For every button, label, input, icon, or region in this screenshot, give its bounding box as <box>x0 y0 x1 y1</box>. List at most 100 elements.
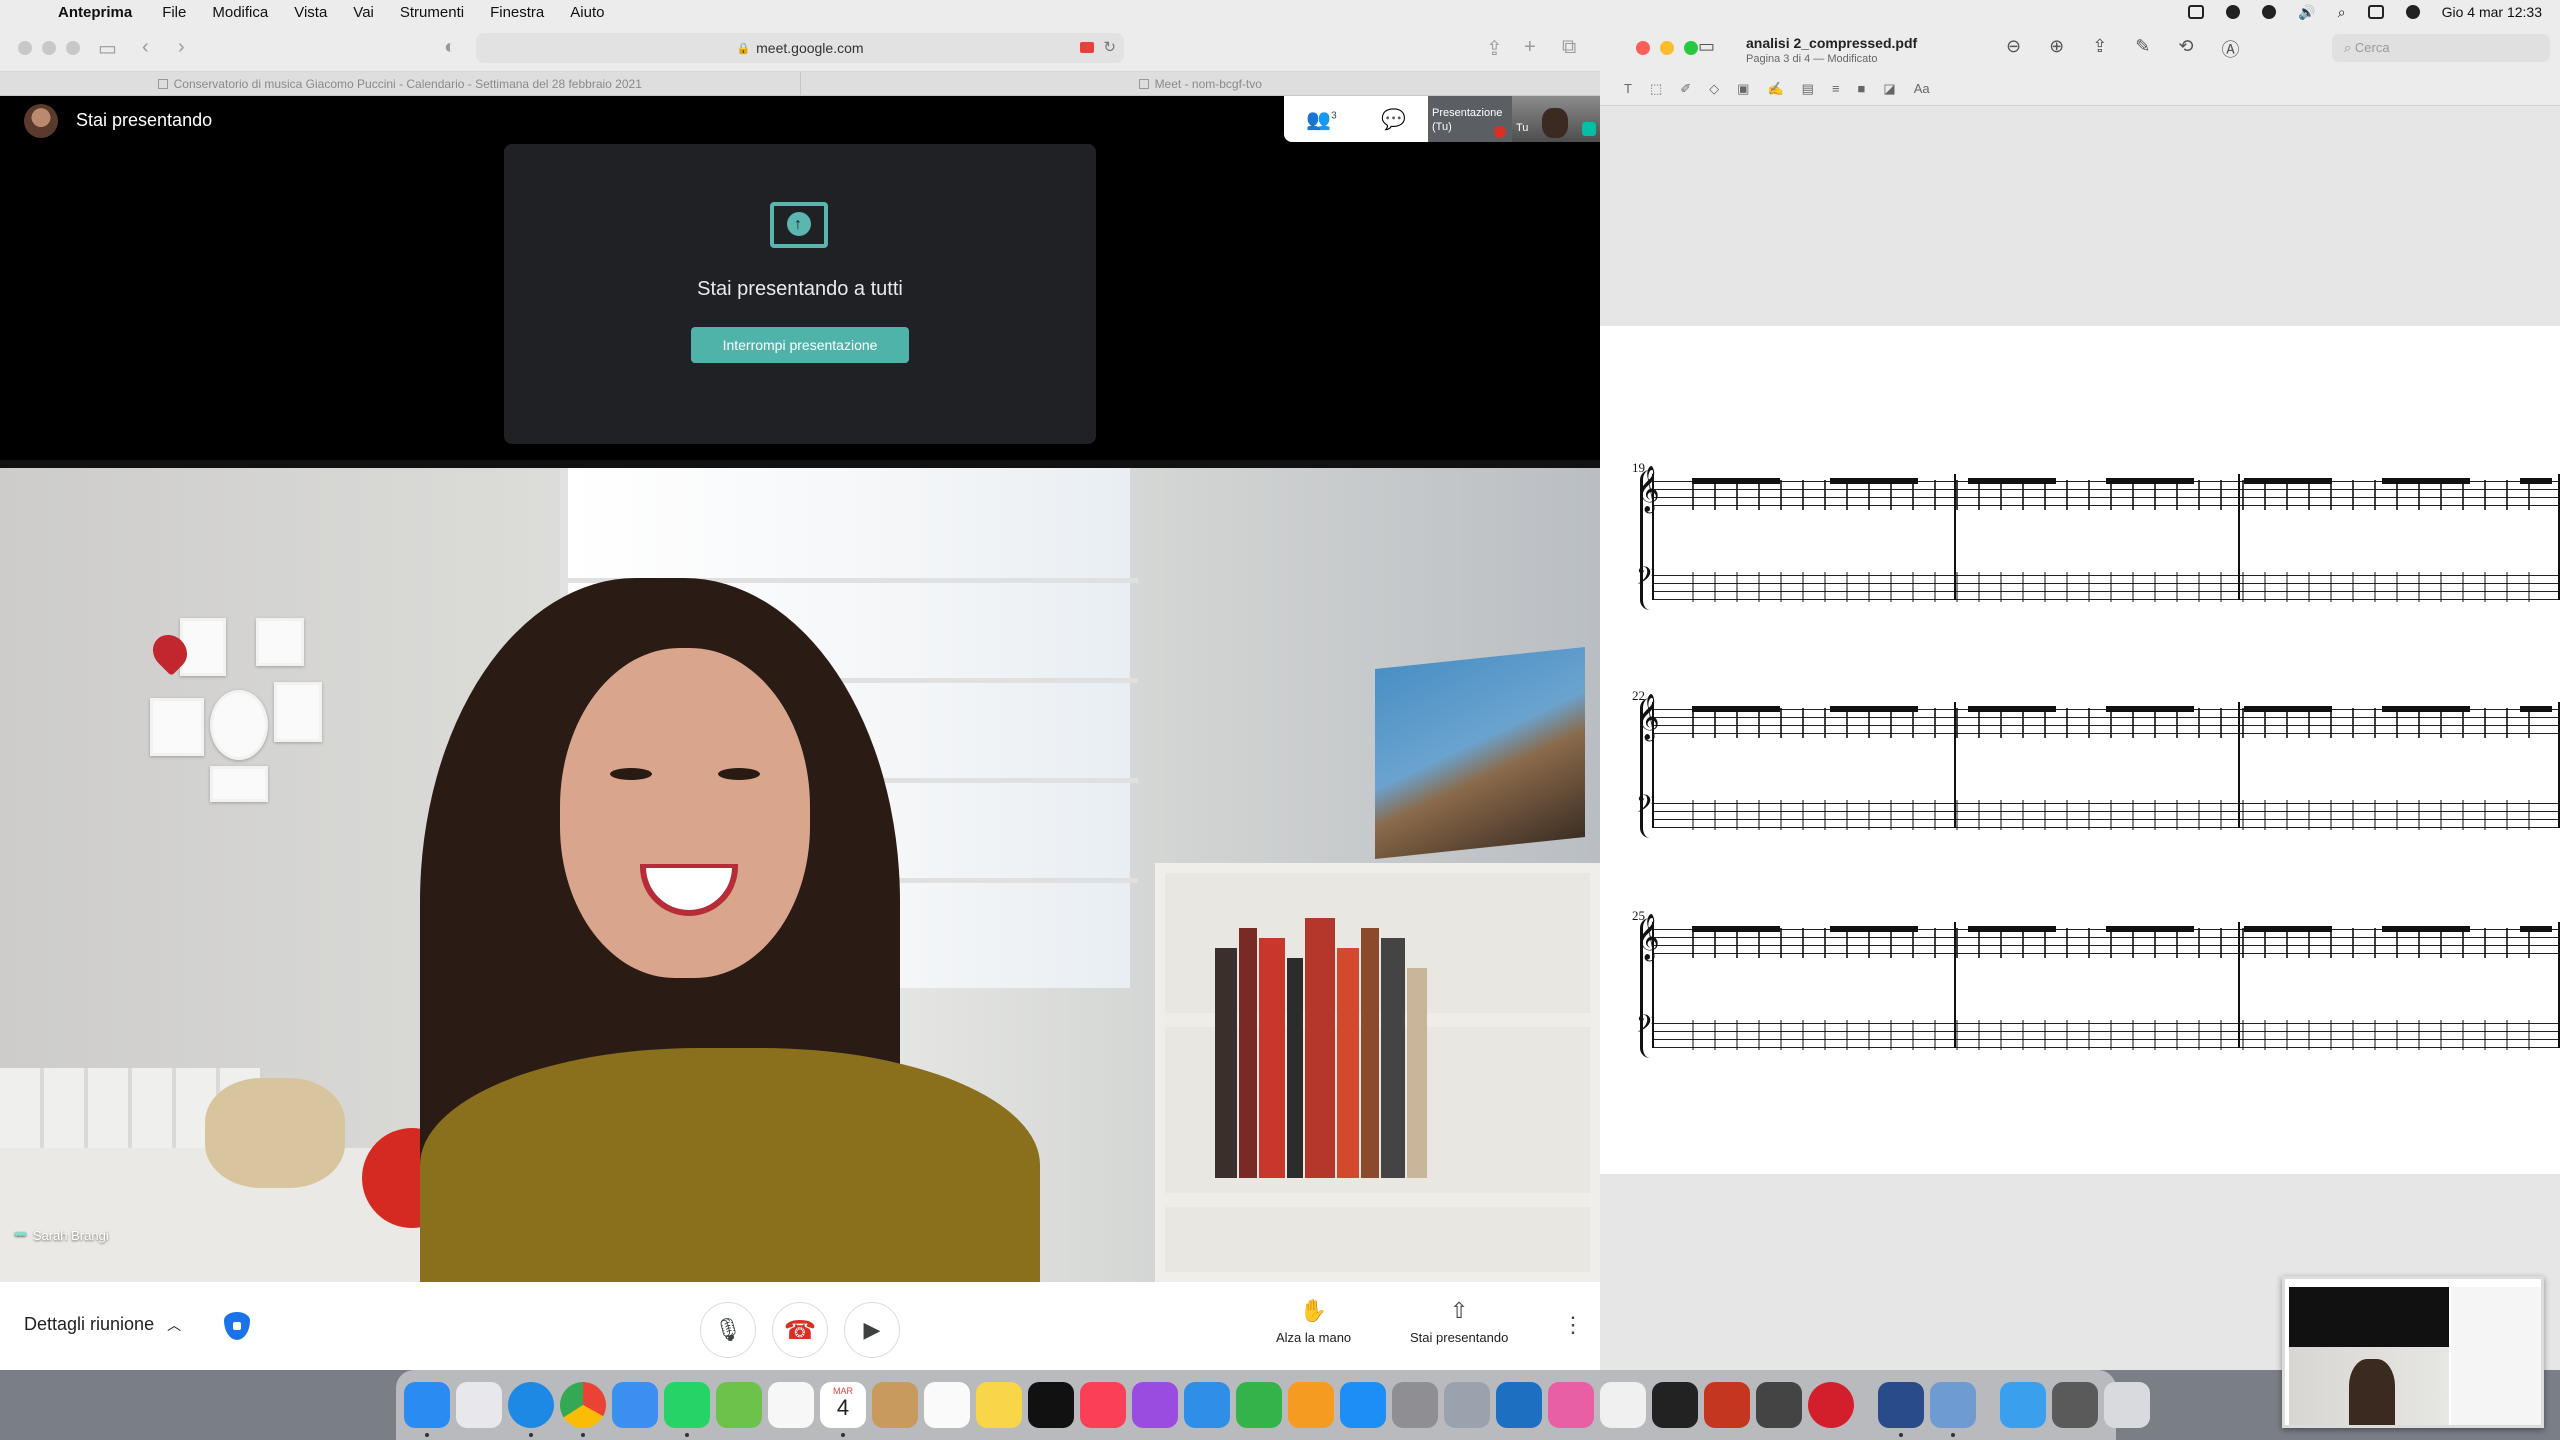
dock-stack-icon[interactable] <box>2052 1382 2098 1428</box>
dock-record-icon[interactable] <box>1808 1382 1854 1428</box>
dock-chrome-icon[interactable] <box>560 1382 606 1437</box>
menu-vai[interactable]: Vai <box>353 4 374 21</box>
dock-pages-icon[interactable] <box>1288 1382 1334 1428</box>
clock[interactable]: Gio 4 mar 12:33 <box>2442 4 2542 20</box>
dock-finder-icon[interactable] <box>404 1382 450 1437</box>
close-button[interactable] <box>18 40 32 55</box>
dock-whatsapp-icon[interactable] <box>664 1382 710 1437</box>
dock-numbers-icon[interactable] <box>1236 1382 1282 1428</box>
dock-music-icon[interactable] <box>1080 1382 1126 1428</box>
note-icon[interactable]: ▤ <box>1802 81 1814 97</box>
dock-textedit-icon[interactable] <box>1600 1382 1646 1428</box>
tab-meet[interactable]: Meet - nom-bcgf-tvo <box>799 72 1601 95</box>
self-tile[interactable]: Tu <box>1512 96 1600 142</box>
menu-modifica[interactable]: Modifica <box>212 4 268 21</box>
text-box-icon[interactable]: ▣ <box>1737 81 1749 97</box>
zoom-out-icon[interactable]: ⊖ <box>2006 36 2021 62</box>
record-status-icon[interactable] <box>2262 5 2277 19</box>
search-icon[interactable]: ⌕ <box>2338 4 2346 21</box>
control-center-icon[interactable] <box>2367 5 2384 19</box>
user-icon[interactable] <box>2226 5 2241 19</box>
reload-icon[interactable]: ↻ <box>1103 38 1116 56</box>
privacy-shield-icon[interactable]: ◐ <box>444 36 456 59</box>
rotate-icon[interactable]: ⟲ <box>2178 36 2193 62</box>
dock-maps-icon[interactable] <box>716 1382 762 1428</box>
document-title[interactable]: analisi 2_compressed.pdf <box>1746 35 1917 51</box>
microphone-button[interactable]: 🎙 <box>700 1302 756 1358</box>
minimize-button[interactable] <box>1660 41 1674 55</box>
dock-preview-icon[interactable] <box>1930 1382 1976 1437</box>
host-controls-icon[interactable] <box>224 1312 250 1340</box>
dock-system-preferences-icon[interactable] <box>1392 1382 1438 1428</box>
volume-icon[interactable]: 🔊 <box>2298 4 2315 21</box>
dock-musescore-icon[interactable] <box>1496 1382 1542 1428</box>
camera-button[interactable]: ▶ <box>844 1302 900 1358</box>
minimize-button[interactable] <box>42 40 56 55</box>
menu-file[interactable]: File <box>162 4 186 21</box>
zoom-in-icon[interactable]: ⊕ <box>2049 36 2064 62</box>
menu-vista[interactable]: Vista <box>294 4 327 21</box>
sidebar-icon[interactable]: ▭ <box>1698 36 1715 57</box>
menu-app-name[interactable]: Anteprima <box>58 4 132 21</box>
sign-icon[interactable]: ✍ <box>1767 81 1783 97</box>
rect-select-icon[interactable]: ⬚ <box>1650 81 1662 97</box>
dock-calendar-icon[interactable]: MAR 4 <box>820 1382 866 1437</box>
dock-app-store-icon[interactable] <box>1340 1382 1386 1428</box>
text-selection-icon[interactable]: T <box>1624 81 1632 96</box>
fill-color-icon[interactable]: ◪ <box>1883 81 1895 97</box>
dock-disk-utility-icon[interactable] <box>1444 1382 1490 1428</box>
menu-finestra[interactable]: Finestra <box>490 4 544 21</box>
zoom-button[interactable] <box>1684 41 1698 55</box>
dock-podcasts-icon[interactable] <box>1132 1382 1178 1428</box>
stop-presenting-button[interactable]: Interrompi presentazione <box>691 327 909 363</box>
dock-trash-icon[interactable] <box>2104 1382 2150 1428</box>
tab-calendario[interactable]: Conservatorio di musica Giacomo Puccini … <box>0 72 800 95</box>
chat-icon[interactable]: 💬 <box>1381 107 1406 132</box>
people-icon[interactable]: 👥3 <box>1306 107 1336 132</box>
markup-pen-icon[interactable]: ✎ <box>2135 36 2150 62</box>
leave-call-button[interactable]: ☎ <box>772 1302 828 1358</box>
menu-aiuto[interactable]: Aiuto <box>570 4 604 21</box>
sidebar-icon[interactable]: ▭ <box>98 36 117 61</box>
screenshot-thumbnail[interactable] <box>2282 1276 2544 1428</box>
dock-mail-icon[interactable] <box>612 1382 658 1428</box>
dock-audio-mixer-icon[interactable] <box>1878 1382 1924 1437</box>
tab-overview-icon[interactable]: ⧉ <box>1562 36 1576 59</box>
dock-tv-icon[interactable] <box>1028 1382 1074 1428</box>
border-color-icon[interactable]: ■ <box>1858 81 1866 96</box>
dock-contacts-icon[interactable] <box>872 1382 918 1428</box>
more-options-icon[interactable]: ⋮ <box>1562 1312 1584 1338</box>
dock-activity-icon[interactable] <box>1756 1382 1802 1428</box>
dock-lotus-icon[interactable] <box>1548 1382 1594 1428</box>
meeting-details-button[interactable]: Dettagli riunione ︿ <box>24 1314 181 1335</box>
screen-mirror-icon[interactable] <box>2188 5 2205 19</box>
address-bar[interactable]: 🔒 meet.google.com ↻ <box>476 33 1124 63</box>
zoom-button[interactable] <box>66 40 80 55</box>
presentation-tile[interactable]: Presentazione (Tu) <box>1428 96 1512 142</box>
presenting-button[interactable]: ⇧ Stai presentando <box>1410 1298 1508 1345</box>
search-field[interactable]: ⌕ Cerca <box>2332 34 2550 62</box>
menu-strumenti[interactable]: Strumenti <box>400 4 464 21</box>
dock-photos-icon[interactable] <box>768 1382 814 1428</box>
raise-hand-button[interactable]: ✋ Alza la mano <box>1276 1298 1351 1345</box>
dock-safari-icon[interactable] <box>508 1382 554 1437</box>
siri-icon[interactable] <box>2405 5 2420 19</box>
dock-reminders-icon[interactable] <box>924 1382 970 1428</box>
dock-launchpad-icon[interactable] <box>456 1382 502 1428</box>
shapes-icon[interactable]: ◇ <box>1709 81 1719 97</box>
markup-toolbar-icon[interactable]: Ⓐ <box>2221 36 2239 62</box>
share-icon[interactable]: ⇪ <box>1486 36 1503 61</box>
forward-icon[interactable]: › <box>178 36 185 59</box>
dock-notes-icon[interactable] <box>976 1382 1022 1428</box>
close-button[interactable] <box>1636 41 1650 55</box>
line-style-icon[interactable]: ≡ <box>1832 81 1840 96</box>
dock-piano-icon[interactable] <box>1652 1382 1698 1428</box>
dock-downloads-icon[interactable] <box>2000 1382 2046 1428</box>
font-style-icon[interactable]: Aa <box>1914 81 1930 96</box>
dock-photo-booth-icon[interactable] <box>1704 1382 1750 1428</box>
share-icon[interactable]: ⇪ <box>2092 36 2107 62</box>
participant-video[interactable]: ••• Sarah Brangi <box>0 468 1600 1282</box>
pdf-page[interactable]: 19 𝄞 𝄢 22 𝄞 𝄢 25 𝄞 𝄢 <box>1600 326 2560 1174</box>
dock-keynote-icon[interactable] <box>1184 1382 1230 1428</box>
new-tab-icon[interactable]: + <box>1524 36 1536 59</box>
